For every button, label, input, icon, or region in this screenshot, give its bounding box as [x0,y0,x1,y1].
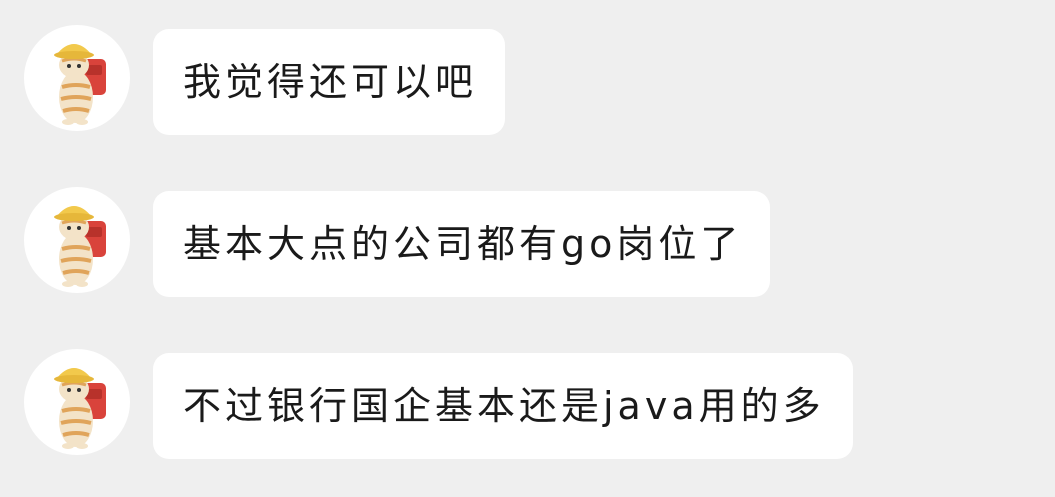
message-bubble[interactable]: 基本大点的公司都有go岗位了 [153,191,771,297]
cat-avatar-icon [54,44,106,125]
avatar[interactable] [24,25,130,131]
avatar[interactable] [24,187,130,293]
message-bubble[interactable]: 不过银行国企基本还是java用的多 [153,353,853,459]
chat-conversation: 我觉得还可以吧 基本大点的公司都有go岗位了 不过银行国企基本还是java用的多 [0,0,1055,497]
message-text: 我觉得还可以吧 [183,60,478,104]
message-text: 不过银行国企基本还是java用的多 [183,384,825,428]
cat-avatar-icon [54,368,106,449]
message-bubble[interactable]: 我觉得还可以吧 [153,29,506,135]
avatar[interactable] [24,349,130,455]
message-row: 基本大点的公司都有go岗位了 [0,186,1055,297]
message-row: 我觉得还可以吧 [0,24,1055,135]
message-text: 基本大点的公司都有go岗位了 [183,222,743,266]
message-row: 不过银行国企基本还是java用的多 [0,348,1055,459]
cat-avatar-icon [54,206,106,287]
